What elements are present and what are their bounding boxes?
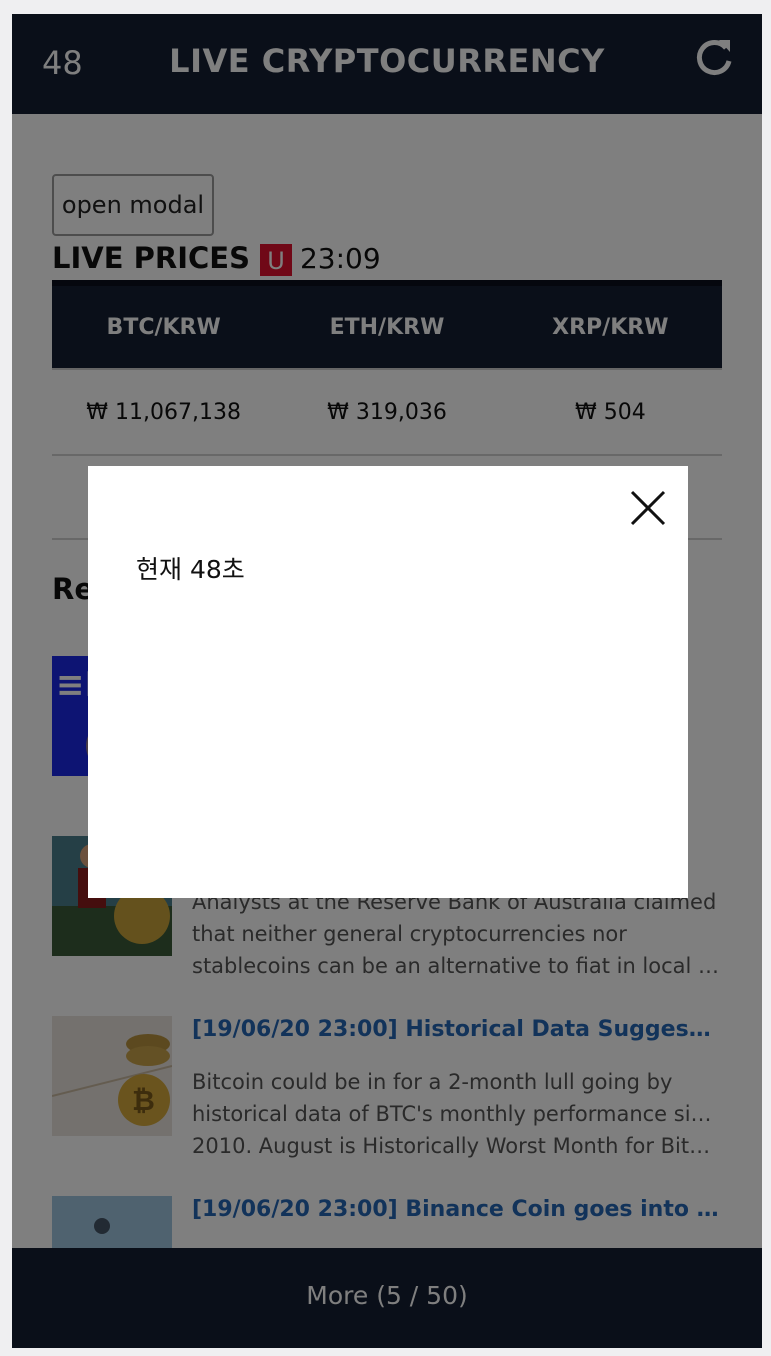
app-window: 48 LIVE CRYPTOCURRENCY open modal LIVE P… — [12, 14, 762, 1348]
modal-message: 현재 48초 — [136, 555, 245, 584]
close-icon[interactable] — [628, 488, 668, 528]
modal-dialog: 현재 48초 — [88, 466, 688, 898]
